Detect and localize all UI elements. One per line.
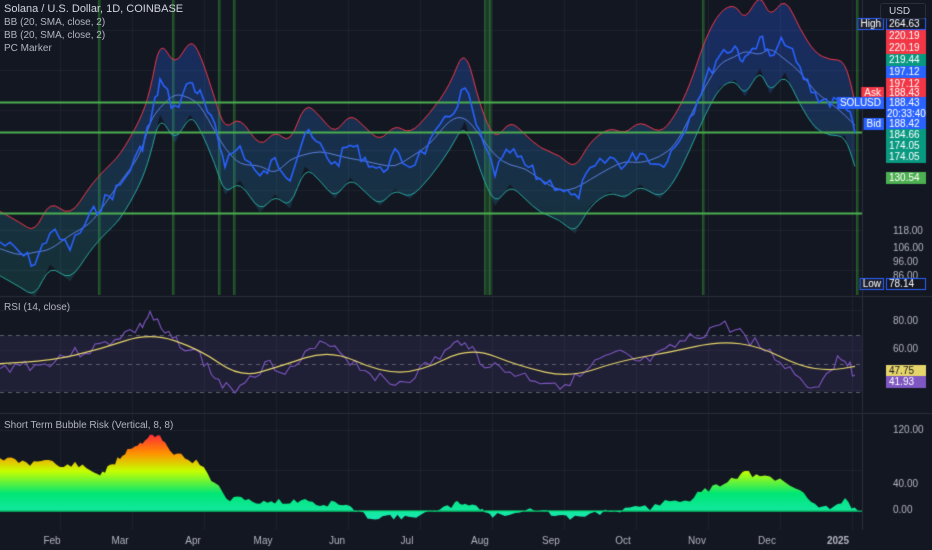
rsi-title: RSI (14, close) <box>4 302 71 313</box>
currency-button[interactable]: USD <box>880 3 926 19</box>
symbol-title: Solana / U.S. Dollar, 1D, COINBASE <box>4 3 184 15</box>
pc-marker-legend[interactable]: PC Marker <box>4 43 52 54</box>
bubble-risk-title: Short Term Bubble Risk (Vertical, 8, 8) <box>4 420 174 431</box>
chart-canvas[interactable] <box>0 0 932 550</box>
bb-legend-1[interactable]: BB (20, SMA, close, 2) <box>4 17 105 28</box>
bb-legend-2[interactable]: BB (20, SMA, close, 2) <box>4 30 105 41</box>
